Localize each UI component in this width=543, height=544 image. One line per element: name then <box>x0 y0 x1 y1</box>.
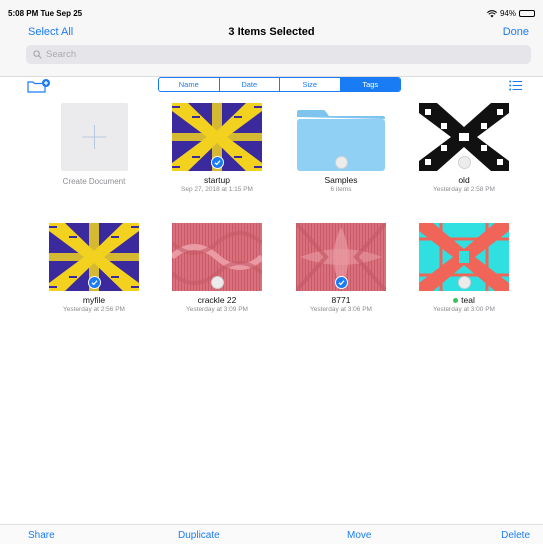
move-button[interactable]: Move <box>347 530 371 541</box>
tab-name[interactable]: Name <box>159 78 220 91</box>
create-document-label: Create Document <box>62 177 126 186</box>
folder-name: Samples <box>324 175 358 185</box>
create-document-placeholder <box>60 103 128 171</box>
folder-count: 6 items <box>330 186 352 193</box>
status-indicators: 94% <box>487 9 535 18</box>
search-input[interactable]: Search <box>26 45 531 64</box>
selected-checkmark-icon <box>211 156 224 169</box>
file-name: crackle 22 <box>197 295 237 305</box>
thumbnail <box>296 223 386 291</box>
share-button[interactable]: Share <box>28 530 55 541</box>
file-name: 8771 <box>331 295 351 305</box>
tab-size[interactable]: Size <box>280 78 341 91</box>
file-date: Yesterday at 3:00 PM <box>433 306 495 313</box>
thumbnail <box>296 103 386 171</box>
done-button[interactable]: Done <box>503 26 529 38</box>
wifi-icon <box>487 9 497 17</box>
file-8771[interactable]: 8771 Yesterday at 3:06 PM <box>281 223 401 313</box>
file-startup[interactable]: startup Sep 27, 2018 at 1:15 PM <box>157 103 277 193</box>
file-name: teal <box>461 295 475 305</box>
file-date: Yesterday at 2:58 PM <box>433 186 495 193</box>
top-bar: 5:08 PM Tue Sep 25 94% Select All 3 Item… <box>0 0 543 76</box>
status-bar: 5:08 PM Tue Sep 25 94% <box>8 9 535 19</box>
bottom-toolbar: Share Duplicate Move Delete <box>0 524 543 544</box>
list-view-icon[interactable] <box>509 80 522 91</box>
duplicate-button[interactable]: Duplicate <box>178 530 220 541</box>
selection-radio[interactable] <box>458 156 471 169</box>
file-date: Yesterday at 2:56 PM <box>63 306 125 313</box>
search-placeholder: Search <box>46 49 77 60</box>
file-name-row: teal <box>404 295 524 305</box>
search-icon <box>33 50 42 59</box>
battery-percent: 94% <box>499 9 516 18</box>
selected-checkmark-icon <box>335 276 348 289</box>
plus-icon <box>82 125 106 149</box>
thumbnail <box>49 223 139 291</box>
file-name: myfile <box>82 295 106 305</box>
status-time: 5:08 PM Tue Sep 25 <box>8 9 83 18</box>
battery-icon <box>519 10 535 17</box>
tag-dot-icon <box>453 298 459 304</box>
thumbnail <box>419 223 509 291</box>
selection-radio[interactable] <box>458 276 471 289</box>
file-crackle-22[interactable]: crackle 22 Yesterday at 3:09 PM <box>157 223 277 313</box>
thumbnail <box>419 103 509 171</box>
thumbnail <box>172 223 262 291</box>
file-date: Yesterday at 3:06 PM <box>310 306 372 313</box>
tab-tags[interactable]: Tags <box>340 78 400 91</box>
file-old[interactable]: old Yesterday at 2:58 PM <box>404 103 524 193</box>
page-title: 3 Items Selected <box>228 26 315 38</box>
file-myfile[interactable]: myfile Yesterday at 2:56 PM <box>34 223 154 313</box>
selection-radio[interactable] <box>211 276 224 289</box>
selected-checkmark-icon <box>88 276 101 289</box>
new-folder-icon[interactable] <box>27 79 53 93</box>
file-date: Sep 27, 2018 at 1:15 PM <box>181 186 253 193</box>
folder-samples[interactable]: Samples 6 items <box>281 103 401 193</box>
file-name: startup <box>204 175 230 185</box>
file-date: Yesterday at 3:09 PM <box>186 306 248 313</box>
sort-segmented-control: Name Date Size Tags <box>158 77 401 92</box>
delete-button[interactable]: Delete <box>501 530 530 541</box>
file-name: old <box>458 175 470 185</box>
selection-radio[interactable] <box>335 156 348 169</box>
thumbnail <box>172 103 262 171</box>
file-teal[interactable]: teal Yesterday at 3:00 PM <box>404 223 524 313</box>
tab-date[interactable]: Date <box>220 78 280 91</box>
create-document-tile[interactable]: Create Document <box>34 103 154 186</box>
